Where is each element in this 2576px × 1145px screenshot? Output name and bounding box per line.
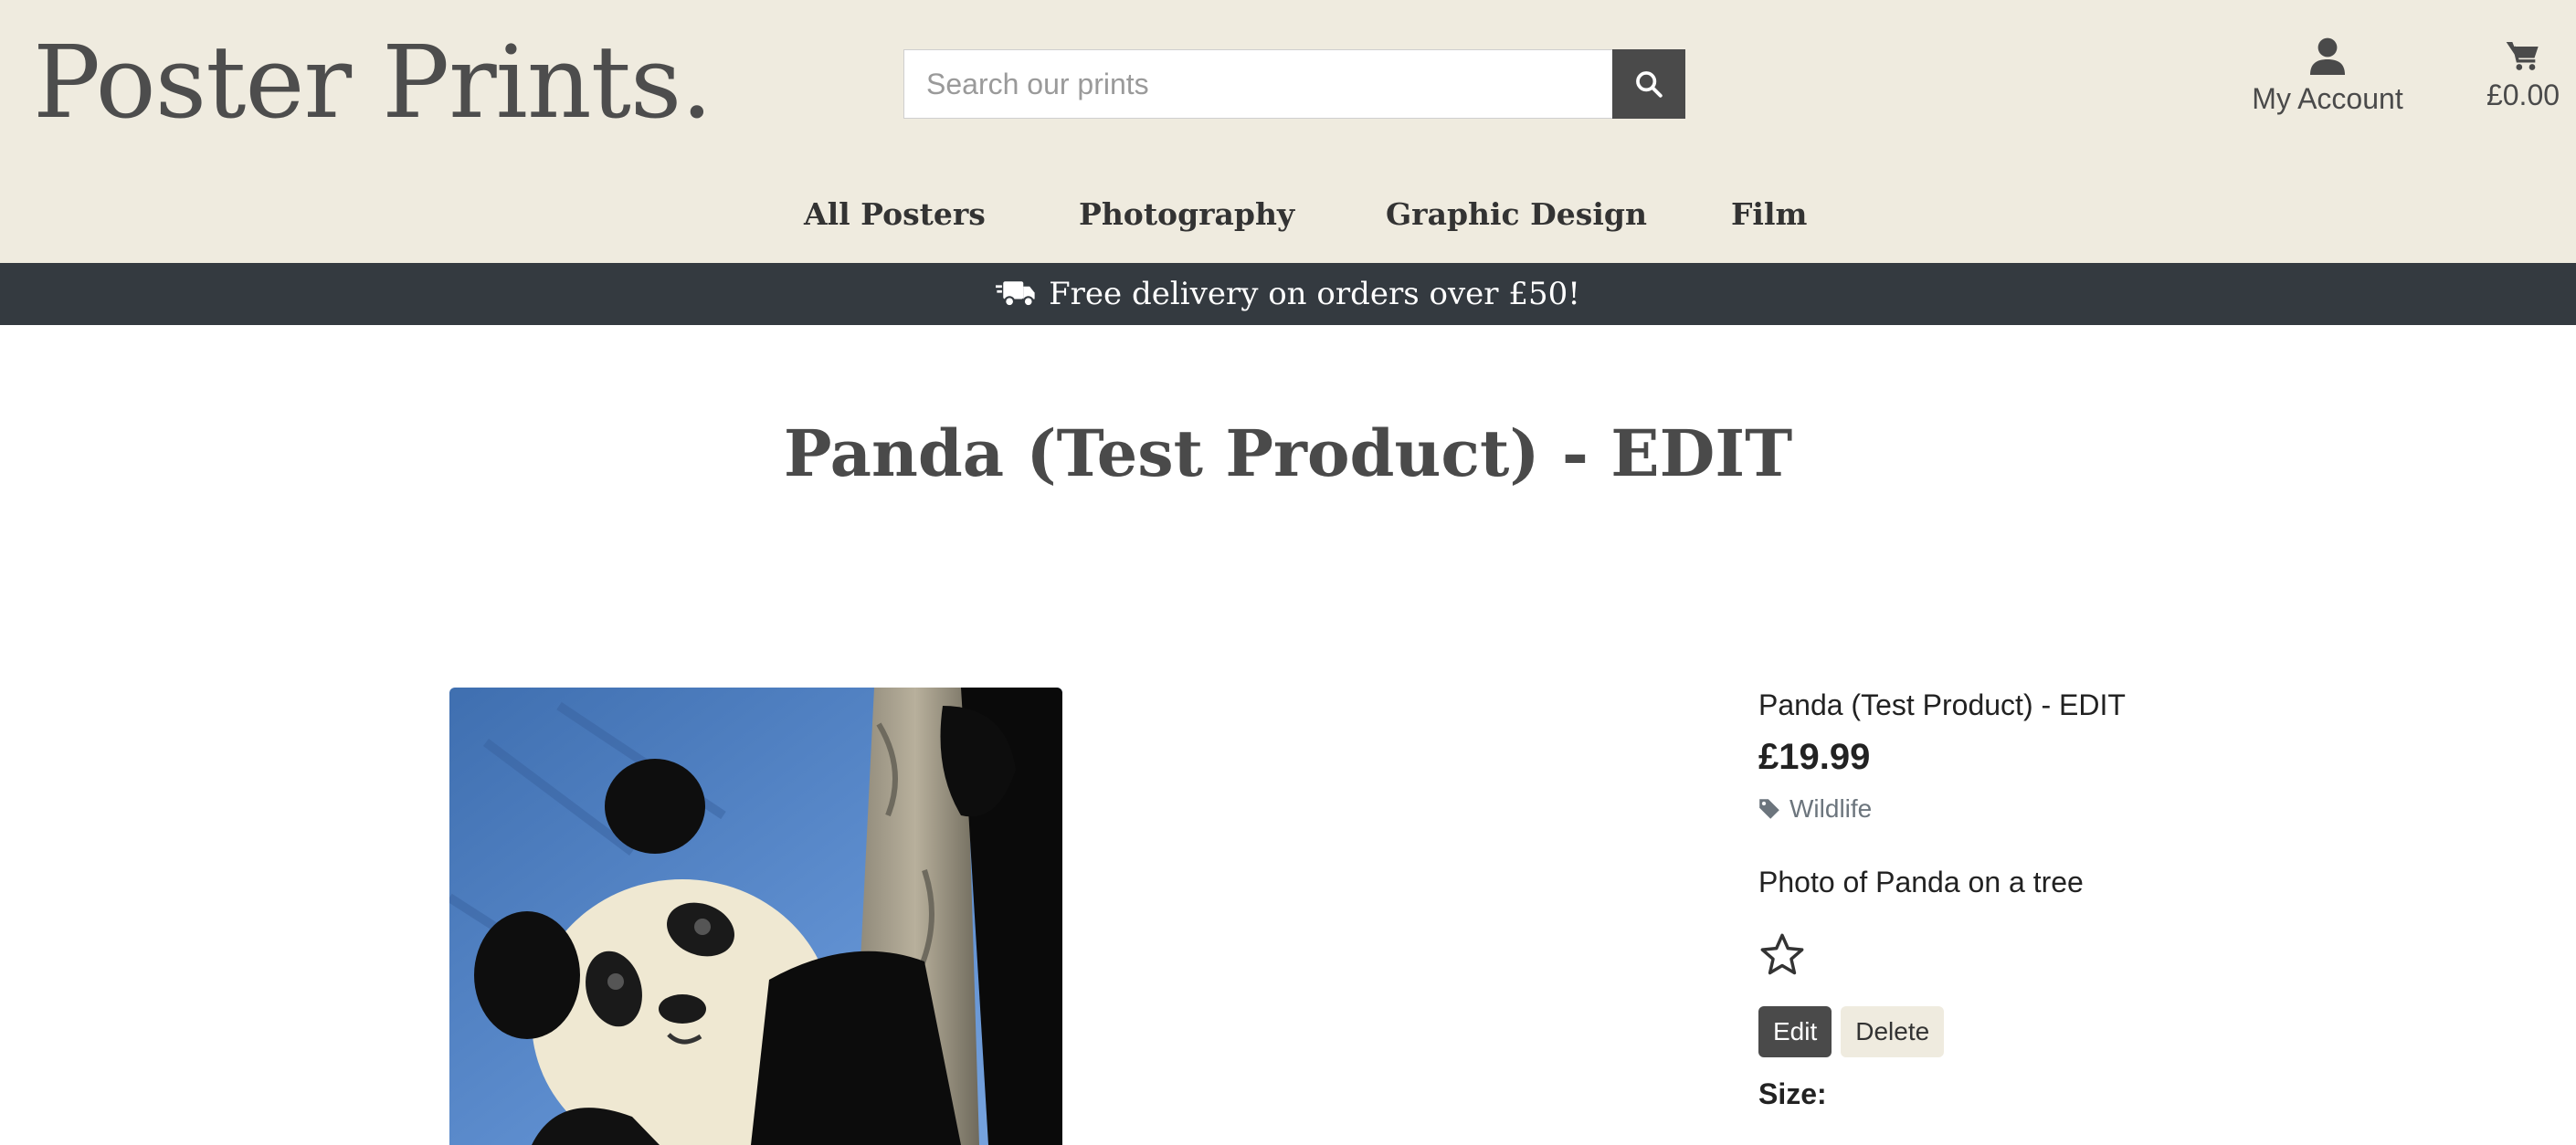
tag-icon — [1759, 799, 1779, 819]
delete-button[interactable]: Delete — [1841, 1006, 1945, 1057]
product-name: Panda (Test Product) - EDIT — [1758, 688, 2126, 721]
search-button[interactable] — [1612, 49, 1685, 119]
cart-link[interactable]: £0.00 — [2476, 38, 2571, 130]
nav-photography[interactable]: Photography — [1079, 187, 1294, 242]
product-price: £19.99 — [1758, 737, 1871, 777]
site-header: Poster Prints. My Account £0.00 All Post… — [0, 0, 2576, 263]
product-category-link[interactable]: Wildlife — [1758, 794, 2544, 824]
delivery-banner-text: Free delivery on orders over £50! — [1049, 276, 1580, 312]
product-details: Panda (Test Product) - EDIT £19.99 Wildl… — [1758, 685, 2544, 1111]
user-icon — [2310, 37, 2345, 75]
main-nav: All Posters Photography Graphic Design F… — [0, 187, 2576, 242]
product-image[interactable] — [449, 688, 1062, 1145]
star-icon — [1760, 933, 1804, 975]
cart-icon — [2506, 42, 2539, 70]
search-input[interactable] — [903, 49, 1612, 119]
edit-button[interactable]: Edit — [1758, 1006, 1832, 1057]
nav-all-posters[interactable]: All Posters — [804, 187, 986, 242]
nav-graphic-design[interactable]: Graphic Design — [1386, 187, 1647, 242]
cart-total: £0.00 — [2486, 79, 2560, 111]
product-category-label: Wildlife — [1789, 794, 1873, 823]
my-account-label: My Account — [2252, 82, 2403, 115]
my-account-link[interactable]: My Account — [2229, 37, 2426, 128]
panda-photo — [449, 688, 1062, 1145]
site-logo[interactable]: Poster Prints. — [33, 18, 713, 146]
page-title: Panda (Test Product) - EDIT — [783, 415, 1793, 491]
delivery-truck-icon — [996, 281, 1035, 308]
admin-actions: Edit Delete — [1758, 1006, 2544, 1057]
search-form — [903, 49, 1685, 119]
product-description: Photo of Panda on a tree — [1758, 866, 2084, 898]
favourite-button[interactable] — [1758, 931, 1806, 979]
nav-film[interactable]: Film — [1731, 187, 1807, 242]
delivery-banner: Free delivery on orders over £50! — [0, 263, 2576, 325]
size-label: Size: — [1758, 1077, 1827, 1110]
search-icon — [1636, 71, 1663, 98]
